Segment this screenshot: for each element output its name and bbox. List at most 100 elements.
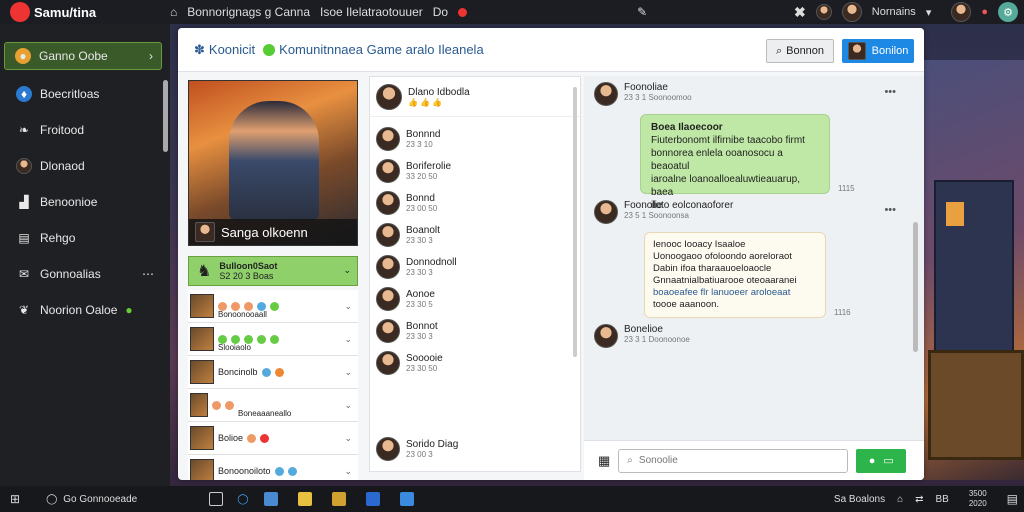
taskbar-search[interactable]: Go Gonnooeade (63, 494, 137, 505)
contact-item[interactable]: Sooooie 23 30 50 (370, 347, 580, 379)
more-icon[interactable]: ••• (884, 86, 896, 98)
clock[interactable]: 3500 2020 (969, 489, 987, 509)
list-item[interactable]: Slooiaolo ⌄ (188, 323, 358, 356)
thumbnail (190, 459, 214, 480)
primary-button-label: Bonilon (871, 45, 909, 57)
contact-item[interactable]: Donnodnoll 23 30 3 (370, 251, 580, 283)
contact-sub: 23 30 3 (406, 332, 433, 341)
game-selector[interactable]: ♞ Bulloon0Saot S2 20 3 Boas ⌄ (188, 256, 358, 286)
sidebar-item-favorites[interactable]: ♦ Boecritloas (0, 76, 170, 112)
send-button[interactable]: ● ▭ (856, 448, 907, 473)
more-icon[interactable]: ⋯ (142, 267, 154, 281)
tray-text[interactable]: Sa Boalons (834, 494, 885, 505)
thumbnail (190, 426, 214, 450)
sidebar-item-profile[interactable]: Dlonaod (0, 148, 170, 184)
contact-item[interactable]: Bonnnd 23 3 10 (370, 123, 580, 155)
contact-item[interactable]: Bonnot 23 30 3 (370, 315, 580, 347)
sidebar-item-messages[interactable]: ✉ Gonnoalias ⋯ (0, 256, 170, 292)
location-icon[interactable]: ● (981, 6, 988, 18)
folder-icon[interactable] (298, 492, 313, 506)
avatar (594, 200, 618, 224)
cortana-icon[interactable]: ◯ (237, 494, 248, 505)
sidebar-scrollbar[interactable] (163, 80, 168, 152)
list-item[interactable]: Boneaaaneallo ⌄ (188, 389, 358, 422)
message-header: Bonelioe 23 3 1 Doonoonoe (594, 324, 894, 348)
message-input-placeholder: Sonoolie (638, 455, 678, 466)
chevron-down-icon[interactable]: ▾ (926, 6, 932, 19)
close-icon[interactable]: ✖ (794, 4, 806, 21)
sidebar: ● Ganno Oobe › ♦ Boecritloas ❧ Froitood … (0, 24, 170, 486)
list-item[interactable]: Bonoonooaall ⌄ (188, 290, 358, 323)
contact-item[interactable]: Boanolt 23 30 3 (370, 219, 580, 251)
search-icon: ⌕ (775, 44, 783, 57)
message-input[interactable]: ⌕ Sonoolie (618, 448, 849, 473)
chevron-down-icon: ⌄ (344, 432, 352, 443)
sidebar-item-stats[interactable]: ▟ Benoonioe (0, 184, 170, 220)
status-icon (261, 367, 271, 377)
community-icon: ✽ (194, 41, 205, 57)
contact-name: Sorido Diag (406, 439, 459, 450)
avatar (376, 223, 400, 247)
game-column: Sanga olkoenn ♞ Bulloon0Saot S2 20 3 Boa… (188, 80, 358, 480)
search-button[interactable]: ⌕ Bonnon (766, 39, 834, 63)
contact-item[interactable]: Aonoe 23 30 5 (370, 283, 580, 315)
hero-image[interactable]: Sanga olkoenn (188, 80, 358, 246)
contact-item[interactable]: Bonnd 23 00 50 (370, 187, 580, 219)
leaf-icon: ❦ (18, 303, 30, 317)
network-icon[interactable]: ⌂ (897, 494, 903, 505)
top-nav-badge-label[interactable]: Do (433, 5, 448, 19)
contact-item[interactable]: Dlano Idbodla 👍 👍 👍 (370, 77, 580, 117)
list-item[interactable]: Bolioe ⌄ (188, 422, 358, 455)
contact-name: Bonnd (406, 193, 435, 204)
store-icon[interactable] (400, 492, 415, 506)
edit-icon[interactable]: ✎ (637, 5, 647, 19)
mail-icon: ✉ (18, 267, 30, 281)
avatar-secondary[interactable] (951, 2, 972, 22)
task-view-icon[interactable] (209, 492, 224, 506)
thumbnail (190, 360, 214, 384)
status-icon (225, 400, 234, 410)
more-icon[interactable]: ••• (884, 204, 896, 216)
window-icon[interactable] (264, 492, 279, 506)
top-nav-text-2[interactable]: Isoe Ilelatraotouuer (320, 5, 423, 19)
list-item[interactable]: Bonoonoiloto ⌄ (188, 455, 358, 480)
search-button-label: Bonnon (786, 45, 825, 57)
sidebar-item-game[interactable]: ● Ganno Oobe › (4, 42, 162, 70)
contact-item[interactable]: Sorido Diag 23 00 3 (370, 433, 580, 465)
avatar (376, 83, 402, 110)
bubble-line: toooe aaanoon. (653, 299, 720, 310)
tray-mid-text[interactable]: BB (936, 494, 949, 505)
chevron-right-icon: › (149, 49, 153, 63)
sidebar-item-label: Rehgo (40, 231, 76, 245)
hero-avatar (195, 222, 215, 242)
app-icon[interactable] (366, 492, 381, 506)
top-nav-text[interactable]: Bonnorignags g Canna (187, 5, 310, 19)
sidebar-item-reports[interactable]: ▤ Rehgo (0, 220, 170, 256)
primary-button[interactable]: Bonilon (842, 39, 914, 63)
sidebar-item-news[interactable]: ❦ Noorion Oaloe ● (0, 292, 170, 328)
message-meta: 23 3 1 Soonoomoo (624, 93, 692, 102)
contact-item[interactable]: Boriferolie 33 20 50 (370, 155, 580, 187)
chat-scrollbar[interactable] (913, 222, 918, 352)
user-name[interactable]: Nornains (872, 6, 916, 18)
start-icon[interactable]: ⊞ (10, 492, 20, 506)
list-item[interactable]: Boncinolb ⌄ (188, 356, 358, 389)
sidebar-item-friends[interactable]: ❧ Froitood (0, 112, 170, 148)
search-icon[interactable]: ◯ (46, 494, 57, 505)
contact-scrollbar[interactable] (573, 87, 577, 357)
attach-icon[interactable]: ▦ (598, 453, 610, 469)
home-icon[interactable]: ⌂ (170, 5, 177, 19)
settings-icon[interactable]: ⚙ (998, 2, 1018, 22)
page-title: Komunitnnaea Game aralo Ileanela (279, 42, 484, 57)
notification-icon[interactable]: ▤ (1007, 492, 1018, 506)
share-icon[interactable]: ⇄ (915, 494, 923, 505)
files-icon[interactable] (332, 492, 347, 506)
message-meta: 23 5 1 Soonoonsa (624, 211, 689, 220)
message-bubble: Boea Ilaoecoor Fiuterbonomt ilfirnibe ta… (640, 114, 830, 211)
avatar[interactable] (815, 4, 832, 20)
contact-list: Dlano Idbodla 👍 👍 👍 Bonnnd 23 3 10 Borifer… (369, 76, 581, 472)
avatar-user[interactable] (841, 2, 862, 22)
app-logo[interactable]: Samu/tina (0, 2, 170, 22)
sidebar-item-label: Boecritloas (40, 87, 100, 101)
avatar-icon (847, 42, 866, 60)
